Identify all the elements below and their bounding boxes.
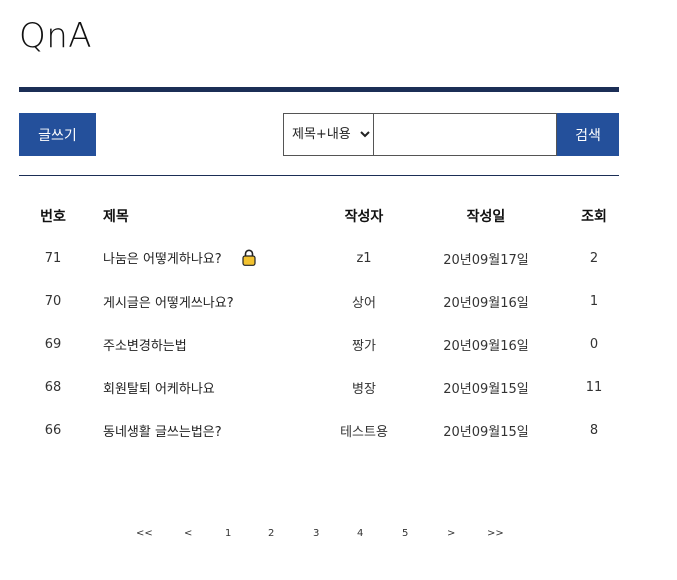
- title-divider: [19, 87, 619, 92]
- page-link-1[interactable]: 1: [225, 528, 231, 539]
- row-title-cell: 회원탈퇴 어케하나요: [87, 366, 309, 409]
- lock-icon: [242, 249, 256, 270]
- qna-table: 번호 제목 작성자 작성일 조회 71 나눔은 어떻게하나요? z1 20년09…: [19, 194, 635, 452]
- row-views: 11: [585, 380, 603, 395]
- row-title-link[interactable]: 회원탈퇴 어케하나요: [103, 382, 215, 397]
- page-prev-link[interactable]: <: [184, 528, 192, 539]
- row-views: 8: [589, 423, 599, 438]
- table-row[interactable]: 71 나눔은 어떻게하나요? z1 20년09월17일 2: [19, 237, 635, 280]
- row-title-cell: 게시글은 어떻게쓰나요?: [87, 280, 309, 323]
- page-title: QnA: [19, 16, 93, 56]
- row-title-link[interactable]: 주소변경하는법: [103, 339, 187, 354]
- row-num: 66: [44, 423, 62, 438]
- search-button[interactable]: 검색: [557, 113, 619, 156]
- search-input[interactable]: [374, 113, 557, 156]
- header-title: 제목: [103, 208, 129, 225]
- page-link-2[interactable]: 2: [268, 528, 274, 539]
- row-writer: 짱가: [352, 339, 376, 354]
- row-writer: z1: [356, 251, 372, 266]
- row-num: 69: [44, 337, 62, 352]
- header-views: 조회: [581, 208, 607, 225]
- row-date: 20년09월15일: [443, 425, 529, 440]
- row-num: 68: [44, 380, 62, 395]
- header-num: 번호: [40, 208, 66, 225]
- search-type-select[interactable]: 제목+내용: [283, 113, 374, 156]
- page-last-link[interactable]: >>: [487, 528, 504, 539]
- page-link-3[interactable]: 3: [313, 528, 319, 539]
- write-button[interactable]: 글쓰기: [19, 113, 96, 156]
- row-writer: 테스트용: [340, 425, 388, 440]
- table-row[interactable]: 70 게시글은 어떻게쓰나요? 상어 20년09월16일 1: [19, 280, 635, 323]
- row-date: 20년09월17일: [443, 253, 529, 268]
- header-writer: 작성자: [344, 208, 384, 225]
- table-header-row: 번호 제목 작성자 작성일 조회: [19, 194, 635, 237]
- page-first-link[interactable]: <<: [136, 528, 153, 539]
- page-link-5[interactable]: 5: [402, 528, 408, 539]
- row-title-cell: 나눔은 어떻게하나요?: [87, 237, 309, 280]
- row-views: 0: [589, 337, 599, 352]
- row-date: 20년09월16일: [443, 339, 529, 354]
- table-top-divider: [19, 175, 619, 176]
- table-row[interactable]: 69 주소변경하는법 짱가 20년09월16일 0: [19, 323, 635, 366]
- page-next-link[interactable]: >: [447, 528, 455, 539]
- row-title-link[interactable]: 나눔은 어떻게하나요?: [103, 252, 222, 267]
- table-row[interactable]: 66 동네생활 글쓰는법은? 테스트용 20년09월15일 8: [19, 409, 635, 452]
- row-writer: 병장: [352, 382, 376, 397]
- pagination: << < 1 2 3 4 5 > >>: [0, 528, 677, 544]
- row-num: 70: [44, 294, 62, 309]
- row-title-link[interactable]: 동네생활 글쓰는법은?: [103, 425, 222, 440]
- row-num: 71: [44, 251, 62, 266]
- row-views: 1: [589, 294, 599, 309]
- header-date: 작성일: [466, 208, 506, 225]
- row-title-link[interactable]: 게시글은 어떻게쓰나요?: [103, 296, 234, 311]
- row-date: 20년09월15일: [443, 382, 529, 397]
- row-title-cell: 주소변경하는법: [87, 323, 309, 366]
- page-link-4[interactable]: 4: [357, 528, 363, 539]
- row-date: 20년09월16일: [443, 296, 529, 311]
- row-views: 2: [589, 251, 599, 266]
- row-writer: 상어: [352, 296, 376, 311]
- row-title-cell: 동네생활 글쓰는법은?: [87, 409, 309, 452]
- table-row[interactable]: 68 회원탈퇴 어케하나요 병장 20년09월15일 11: [19, 366, 635, 409]
